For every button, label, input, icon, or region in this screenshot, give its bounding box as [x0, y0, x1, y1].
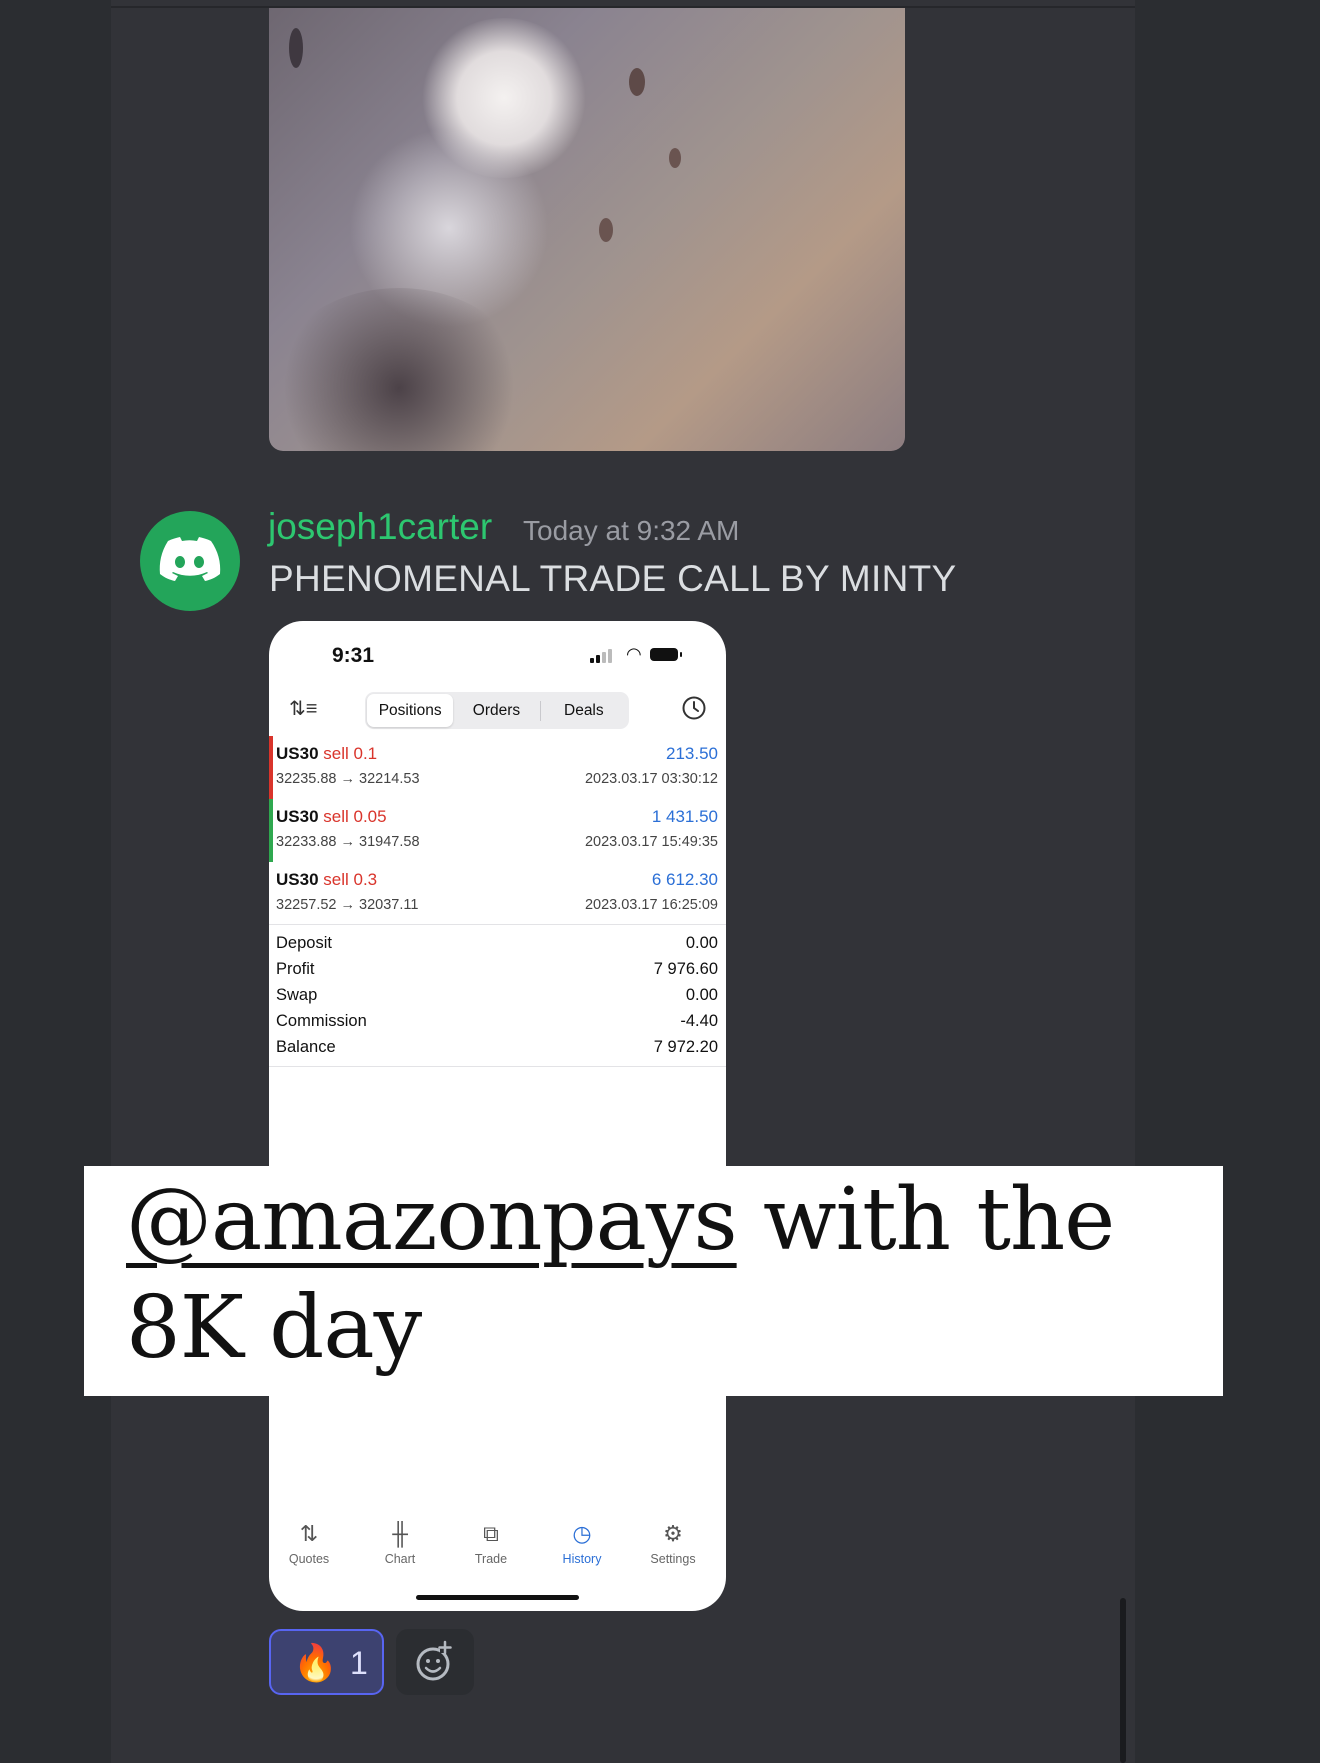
trade-profit: 213.50: [666, 744, 718, 763]
summary-value: 0.00: [685, 986, 718, 1004]
summary-value: 7 972.20: [653, 1038, 718, 1056]
nav-label: Settings: [650, 1552, 696, 1566]
sort-icon[interactable]: ⇅≡: [289, 696, 317, 721]
nav-history[interactable]: ◷ History: [542, 1521, 622, 1566]
add-reaction-button[interactable]: [396, 1629, 474, 1695]
nav-label: Quotes: [288, 1552, 330, 1566]
trade-prices: 32235.88 → 32214.53: [276, 771, 420, 787]
trade-direction: sell 0.1: [323, 744, 378, 763]
divider: [269, 1066, 726, 1067]
home-indicator: [416, 1595, 579, 1600]
summary-value: 7 976.60: [653, 960, 718, 978]
right-gutter: [1135, 0, 1320, 1763]
summary-commission: Commission -4.40: [276, 1012, 718, 1036]
story-caption: @amazonpays with the 8K day: [84, 1166, 1223, 1396]
summary-label: Commission: [276, 1012, 367, 1030]
summary-value: -4.40: [680, 1012, 718, 1030]
trade-symbol: US30: [276, 870, 319, 889]
tab-orders[interactable]: Orders: [453, 694, 539, 727]
summary-swap: Swap 0.00: [276, 986, 718, 1010]
chart-icon: ╫: [392, 1521, 408, 1546]
trade-profit: 6 612.30: [651, 870, 718, 889]
nav-label: Chart: [384, 1552, 416, 1566]
trade-marker: [269, 736, 273, 799]
gif-attachment[interactable]: [269, 8, 905, 451]
summary-deposit: Deposit 0.00: [276, 934, 718, 958]
summary-balance: Balance 7 972.20: [276, 1038, 718, 1062]
avatar[interactable]: [140, 511, 240, 611]
nav-quotes[interactable]: ⇅ Quotes: [269, 1521, 349, 1566]
trade-symbol: US30: [276, 807, 319, 826]
bottom-nav: ⇅ Quotes ╫ Chart ⧉ Trade ◷ History ⚙ Set…: [269, 1521, 726, 1581]
trade-date: 2023.03.17 16:25:09: [584, 897, 718, 913]
tab-positions[interactable]: Positions: [367, 694, 454, 727]
history-tabs: Positions Orders Deals: [365, 692, 629, 729]
scrollbar[interactable]: [1120, 1598, 1126, 1763]
wifi-icon: ◠: [626, 644, 642, 664]
summary-value: 0.00: [685, 934, 718, 952]
signal-icon: [590, 658, 594, 663]
trade-profit: 1 431.50: [651, 807, 718, 826]
discord-logo-icon: [159, 537, 221, 581]
status-time: 9:31: [332, 644, 375, 667]
status-icons: ◠: [590, 645, 690, 665]
left-gutter: [0, 0, 111, 1763]
message-text: PHENOMENAL TRADE CALL BY MINTY: [269, 558, 957, 599]
summary-label: Deposit: [276, 934, 332, 952]
reaction-fire[interactable]: 🔥 1: [269, 1629, 384, 1695]
nav-chart[interactable]: ╫ Chart: [360, 1521, 440, 1566]
trading-app-screenshot[interactable]: 9:31 ◠ ⇅≡ Positions Orders Deals US30 se…: [269, 621, 726, 1611]
nav-label: History: [562, 1552, 602, 1566]
settings-icon: ⚙: [663, 1521, 683, 1546]
reaction-count: 1: [350, 1645, 368, 1681]
trade-symbol: US30: [276, 744, 319, 763]
divider: [269, 924, 726, 925]
caption-line-1: @amazonpays with the: [126, 1170, 1115, 1270]
nav-label: Trade: [474, 1552, 508, 1566]
trade-date: 2023.03.17 15:49:35: [584, 834, 718, 850]
trade-prices: 32257.52 → 32037.11: [276, 897, 419, 913]
trade-icon: ⧉: [483, 1521, 499, 1546]
summary-profit: Profit 7 976.60: [276, 960, 718, 984]
history-icon: ◷: [572, 1521, 592, 1546]
trade-marker: [269, 799, 273, 862]
clock-icon[interactable]: [681, 695, 707, 721]
trade-direction: sell 0.3: [323, 870, 378, 889]
nav-trade[interactable]: ⧉ Trade: [451, 1521, 531, 1566]
fire-emoji-icon: 🔥: [293, 1642, 338, 1683]
quotes-icon: ⇅: [299, 1521, 319, 1546]
battery-icon: [650, 648, 678, 661]
caption-line-2: 8K day: [126, 1278, 422, 1378]
add-emoji-icon: [416, 1640, 452, 1681]
summary-label: Swap: [276, 986, 318, 1004]
tab-deals[interactable]: Deals: [541, 694, 627, 727]
trade-date: 2023.03.17 03:30:12: [584, 771, 718, 787]
nav-settings[interactable]: ⚙ Settings: [633, 1521, 713, 1566]
trade-row[interactable]: US30 sell 0.3 32257.52 → 32037.11 6 612.…: [269, 862, 726, 924]
trade-row[interactable]: US30 sell 0.1 32235.88 → 32214.53 213.50…: [269, 736, 726, 799]
mention-link[interactable]: @amazonpays: [126, 1170, 738, 1270]
trade-direction: sell 0.05: [323, 807, 387, 826]
username[interactable]: joseph1carter: [268, 506, 492, 548]
caption-text: with the: [736, 1170, 1115, 1270]
trade-row[interactable]: US30 sell 0.05 32233.88 → 31947.58 1 431…: [269, 799, 726, 862]
timestamp: Today at 9:32 AM: [523, 515, 740, 546]
summary-label: Profit: [276, 960, 315, 978]
trade-prices: 32233.88 → 31947.58: [276, 834, 420, 850]
summary-label: Balance: [276, 1038, 336, 1056]
